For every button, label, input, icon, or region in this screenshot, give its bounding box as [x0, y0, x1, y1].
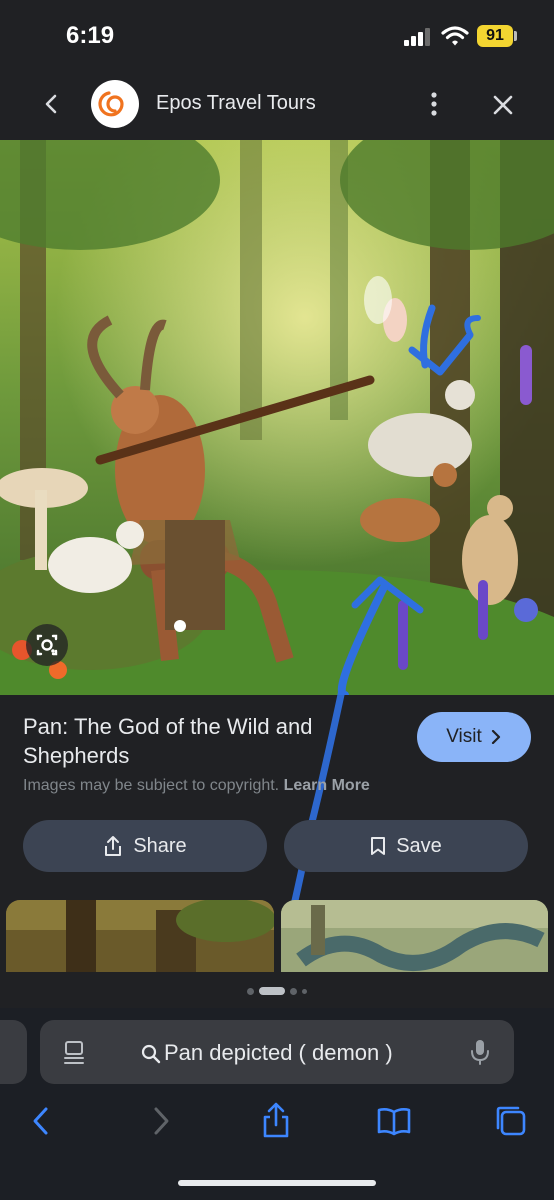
lens-icon: [36, 634, 58, 656]
copyright-notice: Images may be subject to copyright. Lear…: [23, 777, 370, 795]
search-query-text[interactable]: Pan depicted ( demon ): [164, 1040, 393, 1066]
related-image-thumbnail[interactable]: [281, 900, 548, 972]
carousel-dot[interactable]: [247, 987, 254, 995]
carousel-dot[interactable]: [290, 987, 297, 995]
share-label: Share: [133, 834, 187, 857]
forest-thumbnail-image: [6, 900, 274, 972]
bookmarks-icon[interactable]: [376, 1106, 412, 1136]
carousel-dots: [0, 986, 554, 996]
close-icon[interactable]: [491, 93, 515, 117]
back-arrow-icon[interactable]: [40, 93, 62, 115]
learn-more-link[interactable]: Learn More: [284, 777, 370, 794]
share-icon: [105, 836, 122, 856]
wifi-icon: [441, 26, 469, 46]
battery-indicator: 91: [477, 25, 513, 47]
carousel-dot-active[interactable]: [259, 987, 285, 995]
home-indicator: [178, 1180, 376, 1186]
save-button[interactable]: Save: [284, 820, 528, 872]
visit-button-label: Visit: [446, 726, 482, 747]
result-title[interactable]: Pan: The God of the Wild and Shepherds: [23, 712, 363, 770]
epos-spiral-logo-icon: [98, 91, 124, 117]
battery-tip: [514, 31, 517, 41]
visit-button[interactable]: Visit: [417, 712, 531, 762]
status-time: 6:19: [66, 22, 115, 49]
status-bar: 6:19 91: [0, 0, 554, 72]
share-button[interactable]: Share: [23, 820, 267, 872]
chevron-right-icon: [491, 730, 500, 744]
bookmark-icon: [371, 837, 386, 855]
forward-icon[interactable]: [150, 1106, 172, 1136]
top-bar: Epos Travel Tours: [0, 72, 554, 138]
mic-icon[interactable]: [470, 1038, 490, 1066]
search-icon: [141, 1044, 161, 1064]
copyright-text: Images may be subject to copyright.: [23, 777, 280, 794]
save-label: Save: [396, 834, 442, 857]
reader-view-icon[interactable]: [62, 1040, 88, 1066]
tabs-icon[interactable]: [494, 1104, 528, 1138]
back-icon[interactable]: [30, 1106, 52, 1136]
site-logo: [91, 80, 139, 128]
lens-search-button[interactable]: [26, 624, 68, 666]
pan-painting-image: [0, 140, 554, 695]
site-title: Epos Travel Tours: [156, 92, 316, 114]
serpent-thumbnail-image: [281, 900, 548, 972]
cellular-signal-icon: [404, 28, 430, 46]
carousel-dot[interactable]: [302, 988, 307, 994]
more-options-icon[interactable]: [424, 90, 444, 118]
share-sheet-icon[interactable]: [261, 1101, 291, 1139]
result-image[interactable]: [0, 140, 554, 695]
related-image-thumbnail[interactable]: [6, 900, 274, 972]
previous-tab-edge[interactable]: [0, 1020, 27, 1084]
